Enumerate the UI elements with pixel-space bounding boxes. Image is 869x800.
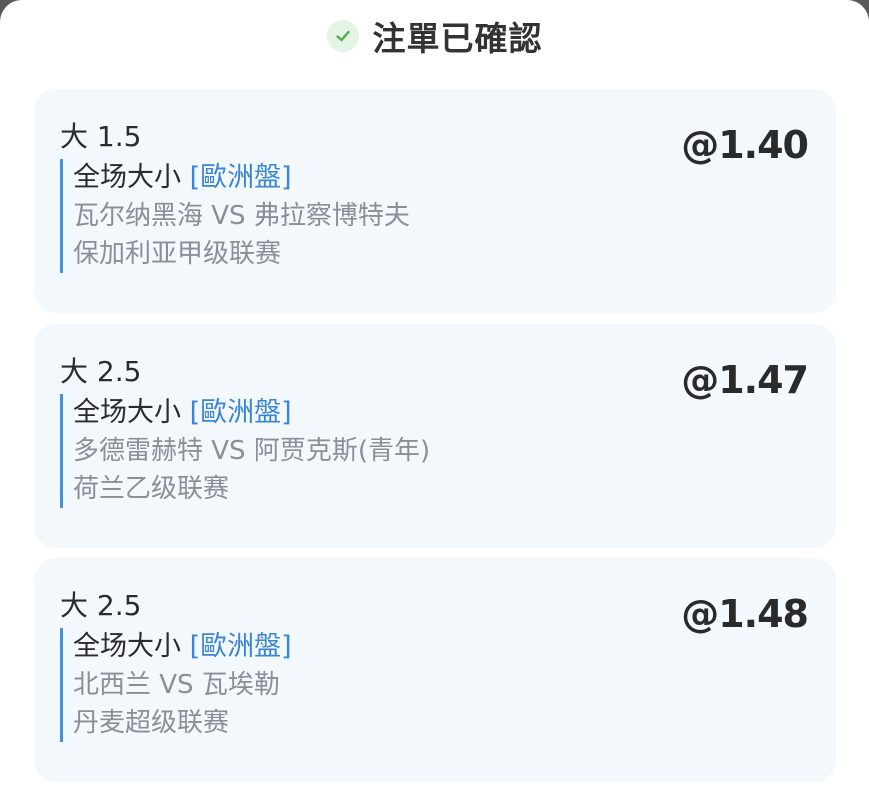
market-type: [歐洲盤] <box>189 631 292 662</box>
market-name: 全场大小 <box>73 397 181 428</box>
confirmation-sheet: 注單已確認 大 1.5 @1.40 全场大小 [歐洲盤] 瓦尔纳黑海 VS 弗拉… <box>0 0 869 800</box>
market-name: 全场大小 <box>73 162 181 193</box>
bet-details: 全场大小 [歐洲盤] 多德雷赫特 VS 阿贾克斯(青年) 荷兰乙级联赛 <box>60 394 430 508</box>
bet-card: 大 1.5 @1.40 全场大小 [歐洲盤] 瓦尔纳黑海 VS 弗拉察博特夫 保… <box>34 89 836 313</box>
bet-odds: @1.48 <box>681 592 809 636</box>
bet-pick: 大 2.5 <box>60 589 142 622</box>
bet-pick: 大 2.5 <box>60 355 142 388</box>
bet-details: 全场大小 [歐洲盤] 北西兰 VS 瓦埃勒 丹麦超级联赛 <box>60 628 292 742</box>
bet-market: 全场大小 [歐洲盤] <box>73 394 430 432</box>
bet-market: 全场大小 [歐洲盤] <box>73 628 292 666</box>
bet-league: 丹麦超级联赛 <box>73 708 230 738</box>
bet-match: 瓦尔纳黑海 VS 弗拉察博特夫 <box>73 201 410 231</box>
bet-match: 多德雷赫特 VS 阿贾克斯(青年) <box>73 436 431 466</box>
bet-details: 全场大小 [歐洲盤] 瓦尔纳黑海 VS 弗拉察博特夫 保加利亚甲级联赛 <box>60 159 410 273</box>
bet-match: 北西兰 VS 瓦埃勒 <box>73 670 280 700</box>
header: 注單已確認 <box>0 12 869 60</box>
market-type: [歐洲盤] <box>189 397 292 428</box>
bet-league: 保加利亚甲级联赛 <box>73 239 282 269</box>
bet-odds: @1.47 <box>681 358 809 402</box>
market-name: 全场大小 <box>73 631 181 662</box>
bet-market: 全场大小 [歐洲盤] <box>73 159 410 197</box>
market-type: [歐洲盤] <box>189 162 292 193</box>
bet-odds: @1.40 <box>681 123 809 167</box>
page-title: 注單已確認 <box>372 19 543 58</box>
bet-league: 荷兰乙级联赛 <box>73 474 230 504</box>
bet-card: 大 2.5 @1.47 全场大小 [歐洲盤] 多德雷赫特 VS 阿贾克斯(青年)… <box>34 324 836 548</box>
bet-pick: 大 1.5 <box>60 120 142 153</box>
bet-card: 大 2.5 @1.48 全场大小 [歐洲盤] 北西兰 VS 瓦埃勒 丹麦超级联赛 <box>34 558 836 782</box>
check-circle-icon <box>326 20 359 52</box>
